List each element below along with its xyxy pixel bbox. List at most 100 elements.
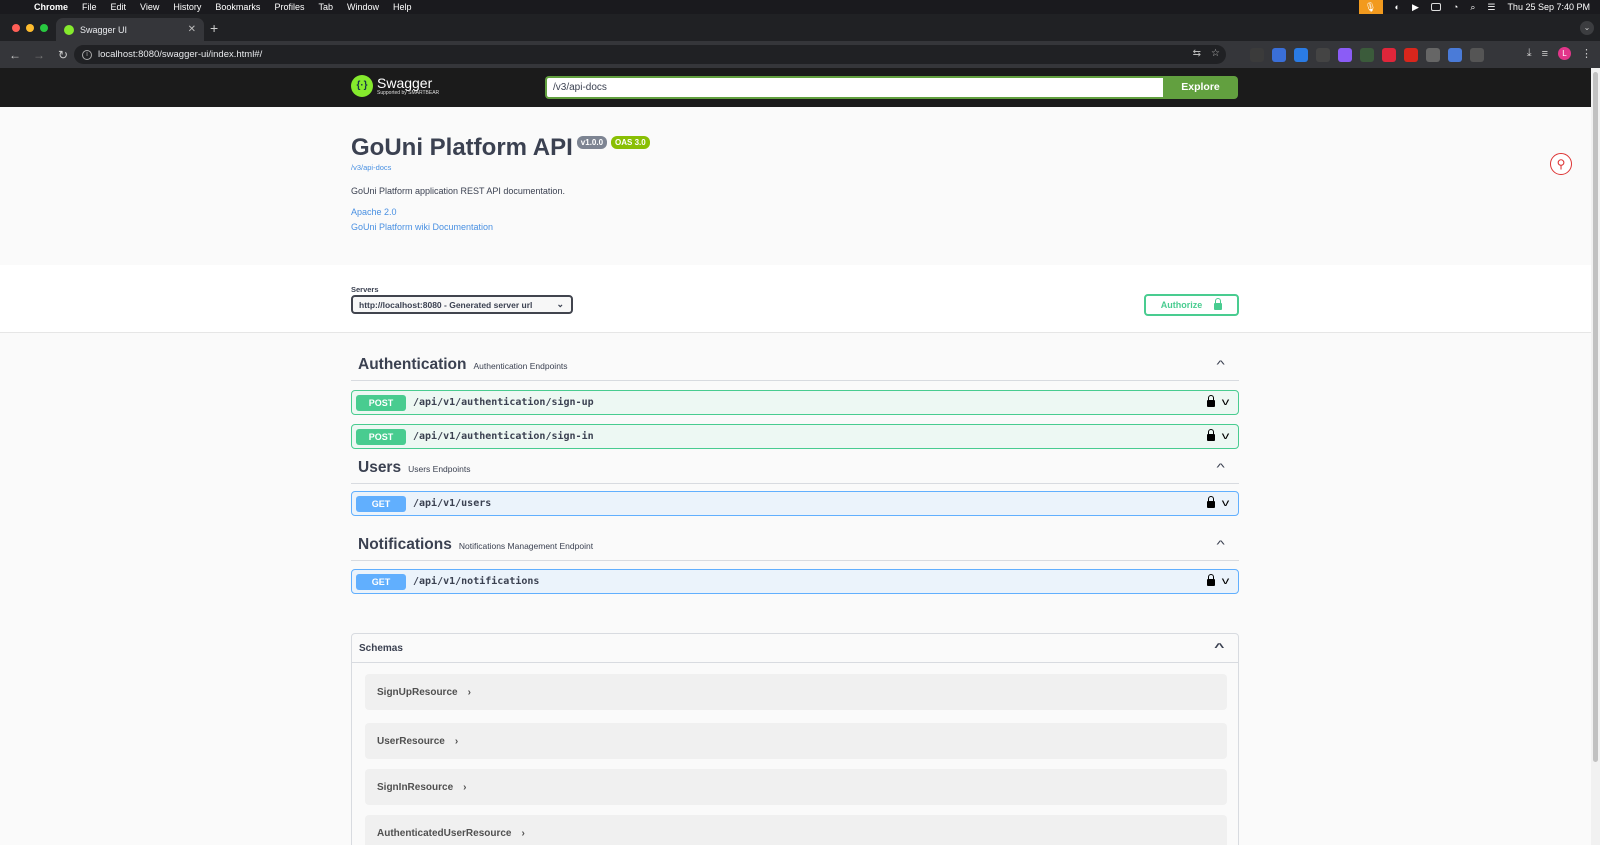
tag-users[interactable]: Users Users Endpoints ^ <box>351 453 1239 484</box>
spotlight-icon[interactable]: ⌕ <box>1470 2 1475 13</box>
operation-get-notifications[interactable]: GET /api/v1/notifications v <box>351 569 1239 594</box>
external-docs-link[interactable]: GoUni Platform wiki Documentation <box>351 222 1251 232</box>
menu-edit[interactable]: Edit <box>111 2 127 12</box>
spec-link[interactable]: /v3/api-docs <box>351 163 1251 172</box>
chevron-right-icon: › <box>521 827 525 839</box>
chevron-down-icon: ⌄ <box>556 299 564 309</box>
omnibox-actions: ⇆ ☆ <box>1193 48 1220 59</box>
lock-icon[interactable] <box>1207 573 1215 586</box>
swagger-page: {·} Swagger Supported by SMARTBEAR /v3/a… <box>0 68 1591 845</box>
schema-model[interactable]: AuthenticatedUserResource › <box>365 815 1227 845</box>
operation-get-users[interactable]: GET /api/v1/users v <box>351 491 1239 516</box>
lock-icon[interactable] <box>1207 495 1215 508</box>
expand-icon[interactable]: v <box>1222 431 1230 442</box>
browser-tab[interactable]: Swagger UI ✕ <box>56 18 204 41</box>
operation-path: /api/v1/users <box>413 498 492 509</box>
extension-icon[interactable] <box>1316 48 1330 62</box>
menu-clock[interactable]: Thu 25 Sep 7:40 PM <box>1507 2 1590 12</box>
scrollbar-thumb[interactable] <box>1593 72 1598 762</box>
chevron-right-icon: › <box>454 735 459 747</box>
api-title: GoUni Platform API <box>351 134 573 161</box>
expand-icon[interactable]: v <box>1222 397 1230 408</box>
extensions-puzzle-icon[interactable] <box>1470 48 1484 62</box>
menu-profiles[interactable]: Profiles <box>274 2 304 12</box>
display-icon[interactable] <box>1430 3 1441 11</box>
menu-history[interactable]: History <box>173 2 201 12</box>
menu-app-name[interactable]: Chrome <box>34 2 68 12</box>
wifi-icon[interactable]: ◔ <box>1453 2 1458 12</box>
swagger-logo[interactable]: {·} Swagger Supported by SMARTBEAR <box>351 75 439 97</box>
collapse-icon[interactable]: ^ <box>1216 359 1224 371</box>
extension-icon[interactable] <box>1426 48 1440 62</box>
media-icon[interactable]: ≡ <box>1542 48 1548 60</box>
authorize-button[interactable]: Authorize <box>1144 294 1239 316</box>
menu-help[interactable]: Help <box>393 2 412 12</box>
tag-description: Users Endpoints <box>408 464 471 474</box>
extension-icon[interactable] <box>1448 48 1462 62</box>
oas-badge: OAS 3.0 <box>611 136 650 149</box>
profile-avatar[interactable]: L <box>1558 47 1571 60</box>
extension-icon[interactable] <box>1294 48 1308 62</box>
servers-select[interactable]: http://localhost:8080 - Generated server… <box>351 295 573 314</box>
reload-icon[interactable]: ↻ <box>52 48 74 62</box>
menu-window[interactable]: Window <box>347 2 379 12</box>
forward-icon[interactable]: → <box>28 48 50 62</box>
extension-icon[interactable] <box>1250 48 1264 62</box>
play-icon[interactable]: ▶ <box>1412 2 1419 13</box>
back-icon[interactable]: ← <box>4 48 26 62</box>
extension-icon[interactable] <box>1360 48 1374 62</box>
menu-file[interactable]: File <box>82 2 97 12</box>
page-scrollbar[interactable] <box>1591 68 1600 845</box>
expand-icon[interactable]: v <box>1222 498 1230 509</box>
schema-model[interactable]: UserResource › <box>365 723 1227 759</box>
menu-tab[interactable]: Tab <box>318 2 333 12</box>
operation-post-sign-in[interactable]: POST /api/v1/authentication/sign-in v <box>351 424 1239 449</box>
selected-server: http://localhost:8080 - Generated server… <box>359 299 533 310</box>
collapse-icon[interactable]: ^ <box>1216 462 1224 474</box>
status-icon[interactable]: ◐ <box>1395 2 1400 12</box>
address-bar[interactable]: i localhost:8080/swagger-ui/index.html#/ <box>74 45 1226 64</box>
menu-view[interactable]: View <box>140 2 159 12</box>
spec-url-input[interactable]: /v3/api-docs <box>545 76 1163 99</box>
api-title-row: GoUni Platform API v1.0.0 OAS 3.0 <box>351 134 1251 162</box>
download-icon[interactable]: ⤓ <box>1527 47 1532 60</box>
lock-icon[interactable] <box>1207 394 1215 407</box>
schema-model[interactable]: SignInResource › <box>365 769 1227 805</box>
control-center-icon[interactable]: ☰ <box>1487 2 1495 13</box>
translate-icon[interactable]: ⇆ <box>1193 48 1201 59</box>
schemas-header[interactable]: Schemas ^ <box>352 634 1238 663</box>
microphone-icon[interactable]: 🎙 <box>1358 0 1383 14</box>
expand-icon[interactable]: v <box>1222 576 1230 587</box>
close-tab-icon[interactable]: ✕ <box>188 24 196 35</box>
extension-icon[interactable] <box>1382 48 1396 62</box>
tag-authentication[interactable]: Authentication Authentication Endpoints … <box>351 350 1239 381</box>
new-tab-icon[interactable]: + <box>210 20 218 36</box>
macos-menu-bar: Chrome File Edit View History Bookmarks … <box>0 0 1600 14</box>
operation-post-sign-up[interactable]: POST /api/v1/authentication/sign-up v <box>351 390 1239 415</box>
extension-icon[interactable] <box>1404 48 1418 62</box>
address-url: localhost:8080/swagger-ui/index.html#/ <box>98 49 263 60</box>
lock-icon[interactable] <box>1207 428 1215 441</box>
collapse-icon[interactable]: ^ <box>1216 539 1224 551</box>
license-link[interactable]: Apache 2.0 <box>351 207 1251 217</box>
browser-menu-icon[interactable]: ⋮ <box>1581 47 1592 60</box>
schema-model[interactable]: SignUpResource › <box>365 674 1227 710</box>
minimize-window-button[interactable] <box>26 24 34 32</box>
browser-toolbar: ← → ↻ i localhost:8080/swagger-ui/index.… <box>0 41 1600 68</box>
collapse-icon[interactable]: ^ <box>1214 642 1224 654</box>
extension-icon[interactable] <box>1272 48 1286 62</box>
tab-search-icon[interactable]: ⌄ <box>1580 21 1594 35</box>
menu-bookmarks[interactable]: Bookmarks <box>215 2 260 12</box>
model-name: SignInResource <box>377 781 454 793</box>
pdf-icon[interactable]: ⚲ <box>1550 153 1572 175</box>
site-info-icon[interactable]: i <box>82 49 92 60</box>
servers-label: Servers <box>351 285 379 294</box>
tag-name: Authentication <box>358 356 467 373</box>
close-window-button[interactable] <box>12 24 20 32</box>
bookmark-star-icon[interactable]: ☆ <box>1211 48 1220 59</box>
zoom-window-button[interactable] <box>40 24 48 32</box>
extension-icon[interactable] <box>1338 48 1352 62</box>
tag-notifications[interactable]: Notifications Notifications Management E… <box>351 530 1239 561</box>
model-name: UserResource <box>377 735 445 747</box>
explore-button[interactable]: Explore <box>1163 76 1238 99</box>
